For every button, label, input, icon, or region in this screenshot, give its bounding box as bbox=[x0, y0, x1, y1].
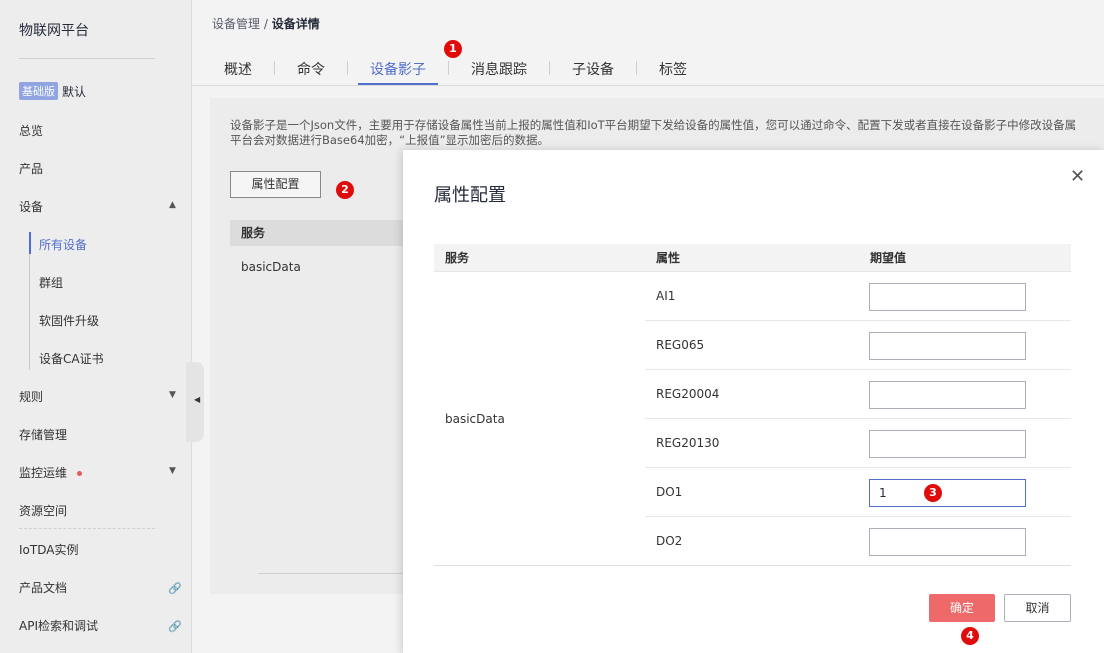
sidebar-item-product[interactable]: 产品 bbox=[19, 160, 43, 177]
property-name: DO1 bbox=[656, 485, 683, 499]
tab-command[interactable]: 命令 bbox=[285, 59, 337, 85]
divider bbox=[258, 573, 418, 574]
shadow-description: 设备影子是一个Json文件，主要用于存储设备属性当前上报的属性值和IoT平台期望… bbox=[230, 118, 1104, 148]
table-row: REG20004 bbox=[645, 370, 1071, 419]
sidebar: 物联网平台 基础版 默认 总览 产品 设备 ▲ 所有设备 群组 软固件升级 设备… bbox=[0, 0, 192, 653]
submenu-active-indicator bbox=[29, 232, 31, 254]
external-link-icon: 🔗 bbox=[168, 582, 182, 595]
sidebar-title: 物联网平台 bbox=[19, 23, 89, 39]
description-line: 设备影子是一个Json文件，主要用于存储设备属性当前上报的属性值和IoT平台期望… bbox=[230, 118, 1077, 132]
chevron-left-icon[interactable]: ◀ bbox=[194, 395, 200, 404]
tab-separator bbox=[448, 61, 449, 75]
service-cell: basicData bbox=[445, 412, 505, 426]
sidebar-item-storage[interactable]: 存储管理 bbox=[19, 426, 67, 443]
table-row: DO2 bbox=[645, 517, 1071, 566]
tab-overview[interactable]: 概述 bbox=[212, 59, 264, 85]
sidebar-item-overview[interactable]: 总览 bbox=[19, 122, 43, 139]
step-marker-4: 4 bbox=[961, 627, 979, 645]
expected-value-input[interactable] bbox=[869, 332, 1026, 360]
tab-tags[interactable]: 标签 bbox=[647, 59, 699, 85]
expected-value-input[interactable] bbox=[869, 381, 1026, 409]
sidebar-item-all-devices[interactable]: 所有设备 bbox=[39, 236, 87, 253]
tab-message-trace[interactable]: 消息跟踪 bbox=[459, 59, 539, 85]
property-name: DO2 bbox=[656, 534, 683, 548]
tab-separator bbox=[636, 61, 637, 75]
sidebar-item-monitor[interactable]: 监控运维 bbox=[19, 464, 83, 481]
expected-value-input[interactable] bbox=[869, 528, 1026, 556]
dialog-title: 属性配置 bbox=[434, 185, 506, 206]
property-name: AI1 bbox=[656, 289, 676, 303]
breadcrumb-separator: / bbox=[260, 17, 272, 31]
sidebar-item-device-ca[interactable]: 设备CA证书 bbox=[39, 350, 104, 367]
edition-selector[interactable]: 基础版 默认 bbox=[19, 82, 86, 100]
table-row: REG065 bbox=[645, 321, 1071, 370]
table-body: basicData AI1 REG065 REG20004 REG20130 D… bbox=[434, 272, 1071, 566]
property-name: REG20004 bbox=[656, 387, 720, 401]
table-header: 服务 属性 期望值 bbox=[434, 244, 1071, 272]
notification-dot bbox=[77, 471, 83, 476]
attribute-table: 服务 属性 期望值 basicData AI1 REG065 REG20004 … bbox=[434, 244, 1071, 566]
service-column-header: 服务 bbox=[230, 220, 430, 246]
table-row: DO1 bbox=[645, 468, 1071, 517]
tab-separator bbox=[549, 61, 550, 75]
service-cell: basicData bbox=[241, 260, 301, 274]
table-row: AI1 bbox=[645, 272, 1071, 321]
sidebar-item-rules[interactable]: 规则 bbox=[19, 388, 43, 405]
chevron-down-icon[interactable]: ▼ bbox=[169, 466, 176, 476]
sidebar-item-device[interactable]: 设备 bbox=[19, 198, 43, 215]
tab-separator bbox=[347, 61, 348, 75]
page-header: 设备管理 / 设备详情 概述 命令 设备影子 消息跟踪 子设备 标签 bbox=[192, 0, 1104, 86]
attribute-config-button[interactable]: 属性配置 bbox=[230, 171, 321, 198]
sidebar-item-docs[interactable]: 产品文档 bbox=[19, 579, 67, 596]
property-name: REG20130 bbox=[656, 436, 720, 450]
confirm-button[interactable]: 确定 bbox=[929, 594, 995, 622]
edition-label: 默认 bbox=[62, 84, 87, 99]
sidebar-item-monitor-label: 监控运维 bbox=[19, 466, 68, 480]
column-header-expected: 期望值 bbox=[870, 251, 907, 265]
breadcrumb-current: 设备详情 bbox=[271, 17, 320, 31]
external-link-icon: 🔗 bbox=[168, 620, 182, 633]
expected-value-input[interactable] bbox=[869, 283, 1026, 311]
sidebar-item-iotda[interactable]: IoTDA实例 bbox=[19, 541, 78, 558]
step-marker-1: 1 bbox=[444, 40, 462, 58]
breadcrumb: 设备管理 / 设备详情 bbox=[212, 15, 320, 32]
description-line: 平台会对数据进行Base64加密，“上报值”显示加密后的数据。 bbox=[230, 133, 550, 147]
tab-bar: 概述 命令 设备影子 消息跟踪 子设备 标签 bbox=[212, 59, 699, 85]
column-header-service: 服务 bbox=[445, 251, 470, 265]
expected-value-input[interactable] bbox=[869, 430, 1026, 458]
tab-sub-devices[interactable]: 子设备 bbox=[560, 59, 626, 85]
expected-value-input[interactable] bbox=[869, 479, 1026, 507]
close-icon[interactable]: ✕ bbox=[1070, 166, 1085, 187]
edition-badge: 基础版 bbox=[19, 82, 58, 100]
breadcrumb-parent[interactable]: 设备管理 bbox=[212, 17, 260, 31]
sidebar-item-group[interactable]: 群组 bbox=[39, 274, 63, 291]
sidebar-divider bbox=[19, 528, 155, 529]
chevron-up-icon[interactable]: ▲ bbox=[169, 200, 176, 210]
sidebar-item-firmware[interactable]: 软固件升级 bbox=[39, 312, 99, 329]
column-header-property: 属性 bbox=[656, 251, 681, 265]
step-marker-2: 2 bbox=[336, 181, 354, 199]
chevron-down-icon[interactable]: ▼ bbox=[169, 390, 176, 400]
property-name: REG065 bbox=[656, 338, 705, 352]
sidebar-divider bbox=[19, 58, 155, 59]
step-marker-3: 3 bbox=[924, 484, 942, 502]
table-row: REG20130 bbox=[645, 419, 1071, 468]
tab-separator bbox=[274, 61, 275, 75]
sidebar-item-resource[interactable]: 资源空间 bbox=[19, 502, 67, 519]
tab-device-shadow[interactable]: 设备影子 bbox=[358, 59, 438, 85]
attribute-config-dialog: 属性配置 ✕ 服务 属性 期望值 basicData AI1 REG065 RE… bbox=[403, 150, 1104, 653]
cancel-button[interactable]: 取消 bbox=[1004, 594, 1071, 622]
sidebar-item-api[interactable]: API检索和调试 bbox=[19, 617, 98, 634]
